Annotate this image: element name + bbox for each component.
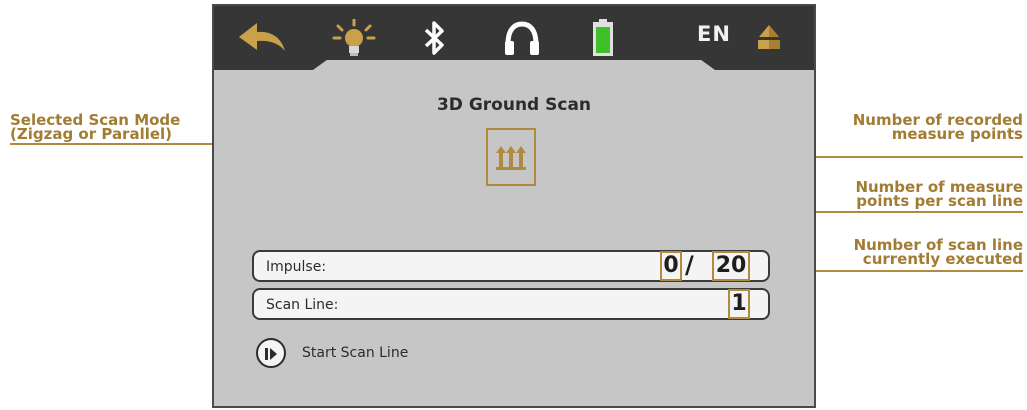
impulse-field: Impulse: 0 / 20 xyxy=(252,250,770,282)
annotation-recorded: Number of recorded measure points xyxy=(853,113,1023,143)
device-screen: EN 3D Ground Scan Impulse: 0 / 20 Scan L… xyxy=(212,4,816,408)
annotation-current-line-line2: currently executed xyxy=(862,250,1023,268)
annotation-recorded-line2: measure points xyxy=(891,125,1023,143)
back-arrow-icon[interactable] xyxy=(236,20,288,56)
annotation-per-line: Number of measure points per scan line xyxy=(855,180,1023,210)
battery-icon xyxy=(590,19,616,56)
sensor-icon[interactable] xyxy=(754,20,784,56)
annotation-scan-mode: Selected Scan Mode (Zigzag or Parallel) xyxy=(10,113,180,143)
annotation-scan-mode-line2: (Zigzag or Parallel) xyxy=(10,125,173,143)
scan-line-value: 1 xyxy=(728,289,750,319)
language-label[interactable]: EN xyxy=(697,22,731,46)
bluetooth-icon[interactable] xyxy=(420,20,450,56)
impulse-label: Impulse: xyxy=(266,259,327,275)
start-scan-line-label[interactable]: Start Scan Line xyxy=(302,345,408,361)
parallel-arrows-icon[interactable] xyxy=(496,146,526,174)
play-pause-icon xyxy=(264,346,278,365)
start-scan-line-button[interactable] xyxy=(256,338,286,368)
impulse-recorded-value: 0 xyxy=(660,251,682,281)
scan-mode-highlight xyxy=(486,128,536,186)
scan-line-label: Scan Line: xyxy=(266,297,339,313)
annotation-current-line: Number of scan line currently executed xyxy=(854,238,1023,268)
title-tab xyxy=(306,60,722,90)
lightbulb-icon[interactable] xyxy=(332,19,376,56)
page-title: 3D Ground Scan xyxy=(436,95,592,115)
impulse-separator: / xyxy=(685,251,694,279)
annotation-per-line-line2: points per scan line xyxy=(856,192,1023,210)
headphones-icon[interactable] xyxy=(502,20,542,56)
impulse-per-line-value: 20 xyxy=(712,251,750,281)
scan-line-field: Scan Line: 1 xyxy=(252,288,770,320)
